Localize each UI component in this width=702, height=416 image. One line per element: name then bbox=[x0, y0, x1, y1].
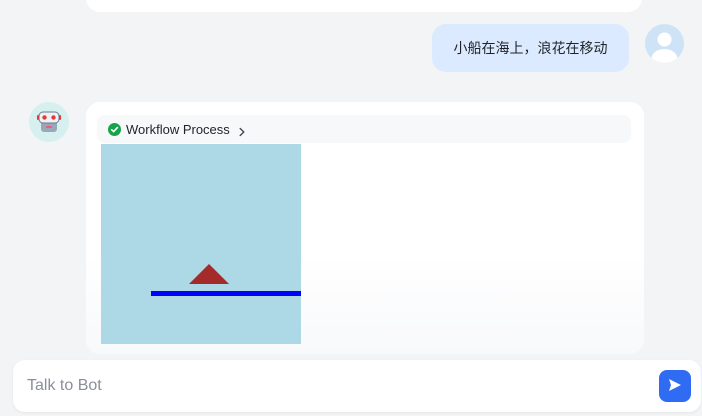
chat-input[interactable] bbox=[13, 360, 643, 412]
robot-icon[interactable] bbox=[29, 102, 69, 142]
user-message-text: 小船在海上，浪花在移动 bbox=[453, 41, 608, 57]
user-message-bubble: 小船在海上，浪花在移动 bbox=[432, 24, 629, 72]
boat-scene-canvas bbox=[101, 144, 301, 344]
workflow-process-label: Workflow Process bbox=[126, 121, 230, 137]
chevron-right-icon bbox=[237, 124, 247, 137]
previous-message-card bbox=[86, 0, 642, 12]
workflow-process-toggle[interactable]: Workflow Process bbox=[97, 115, 631, 143]
check-circle-icon bbox=[108, 122, 121, 136]
bot-message-card: Workflow Process bbox=[86, 102, 644, 354]
boat-shape bbox=[189, 264, 229, 284]
send-icon bbox=[667, 377, 683, 396]
chat-composer bbox=[13, 360, 701, 412]
send-button[interactable] bbox=[659, 370, 691, 402]
user-avatar-icon[interactable] bbox=[645, 24, 684, 63]
wave-line bbox=[151, 291, 301, 296]
